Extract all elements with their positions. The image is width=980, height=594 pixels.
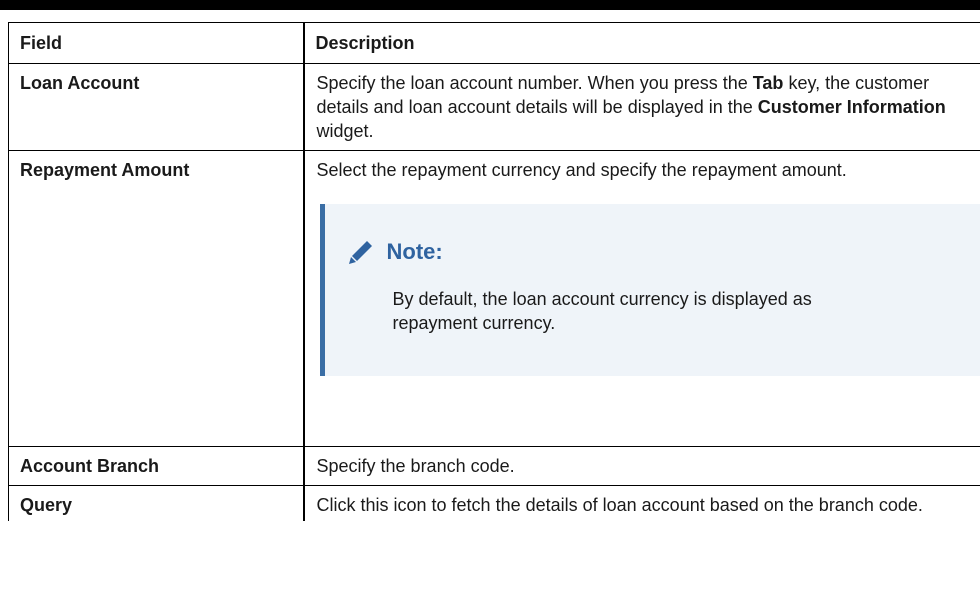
field-description: Select the repayment currency and specif… (303, 150, 980, 447)
table-header-row: Field Description (8, 22, 980, 64)
table-row-query: Query Click this icon to fetch the detai… (8, 485, 980, 521)
header-field: Field (8, 22, 305, 64)
description-bold-text: Customer Information (757, 97, 946, 117)
description-text: Specify the loan account number. When yo… (316, 73, 753, 93)
note-heading: Note: (347, 238, 962, 266)
description-text: Select the repayment currency and specif… (316, 160, 847, 180)
note-body: By default, the loan account currency is… (392, 289, 812, 333)
top-rule (0, 0, 980, 10)
field-name: Loan Account (8, 63, 305, 151)
table-row-loan-account: Loan Account Specify the loan account nu… (8, 63, 980, 151)
field-name: Repayment Amount (8, 150, 305, 447)
description-bold-text: Tab (752, 73, 784, 93)
field-name: Account Branch (8, 446, 305, 486)
header-description: Description (303, 22, 980, 64)
pencil-icon (348, 239, 374, 264)
note-title: Note: (386, 239, 443, 264)
field-name: Query (8, 485, 305, 521)
field-description-table: Field Description Loan Account Specify t… (8, 22, 980, 521)
field-description: Click this icon to fetch the details of … (303, 485, 980, 521)
description-text: widget. (316, 121, 374, 141)
field-description: Specify the loan account number. When yo… (303, 63, 980, 151)
note-callout: Note: By default, the loan account curre… (319, 204, 980, 376)
table-row-account-branch: Account Branch Specify the branch code. (8, 446, 980, 486)
table-row-repayment-amount: Repayment Amount Select the repayment cu… (8, 150, 980, 447)
field-description: Specify the branch code. (303, 446, 980, 486)
